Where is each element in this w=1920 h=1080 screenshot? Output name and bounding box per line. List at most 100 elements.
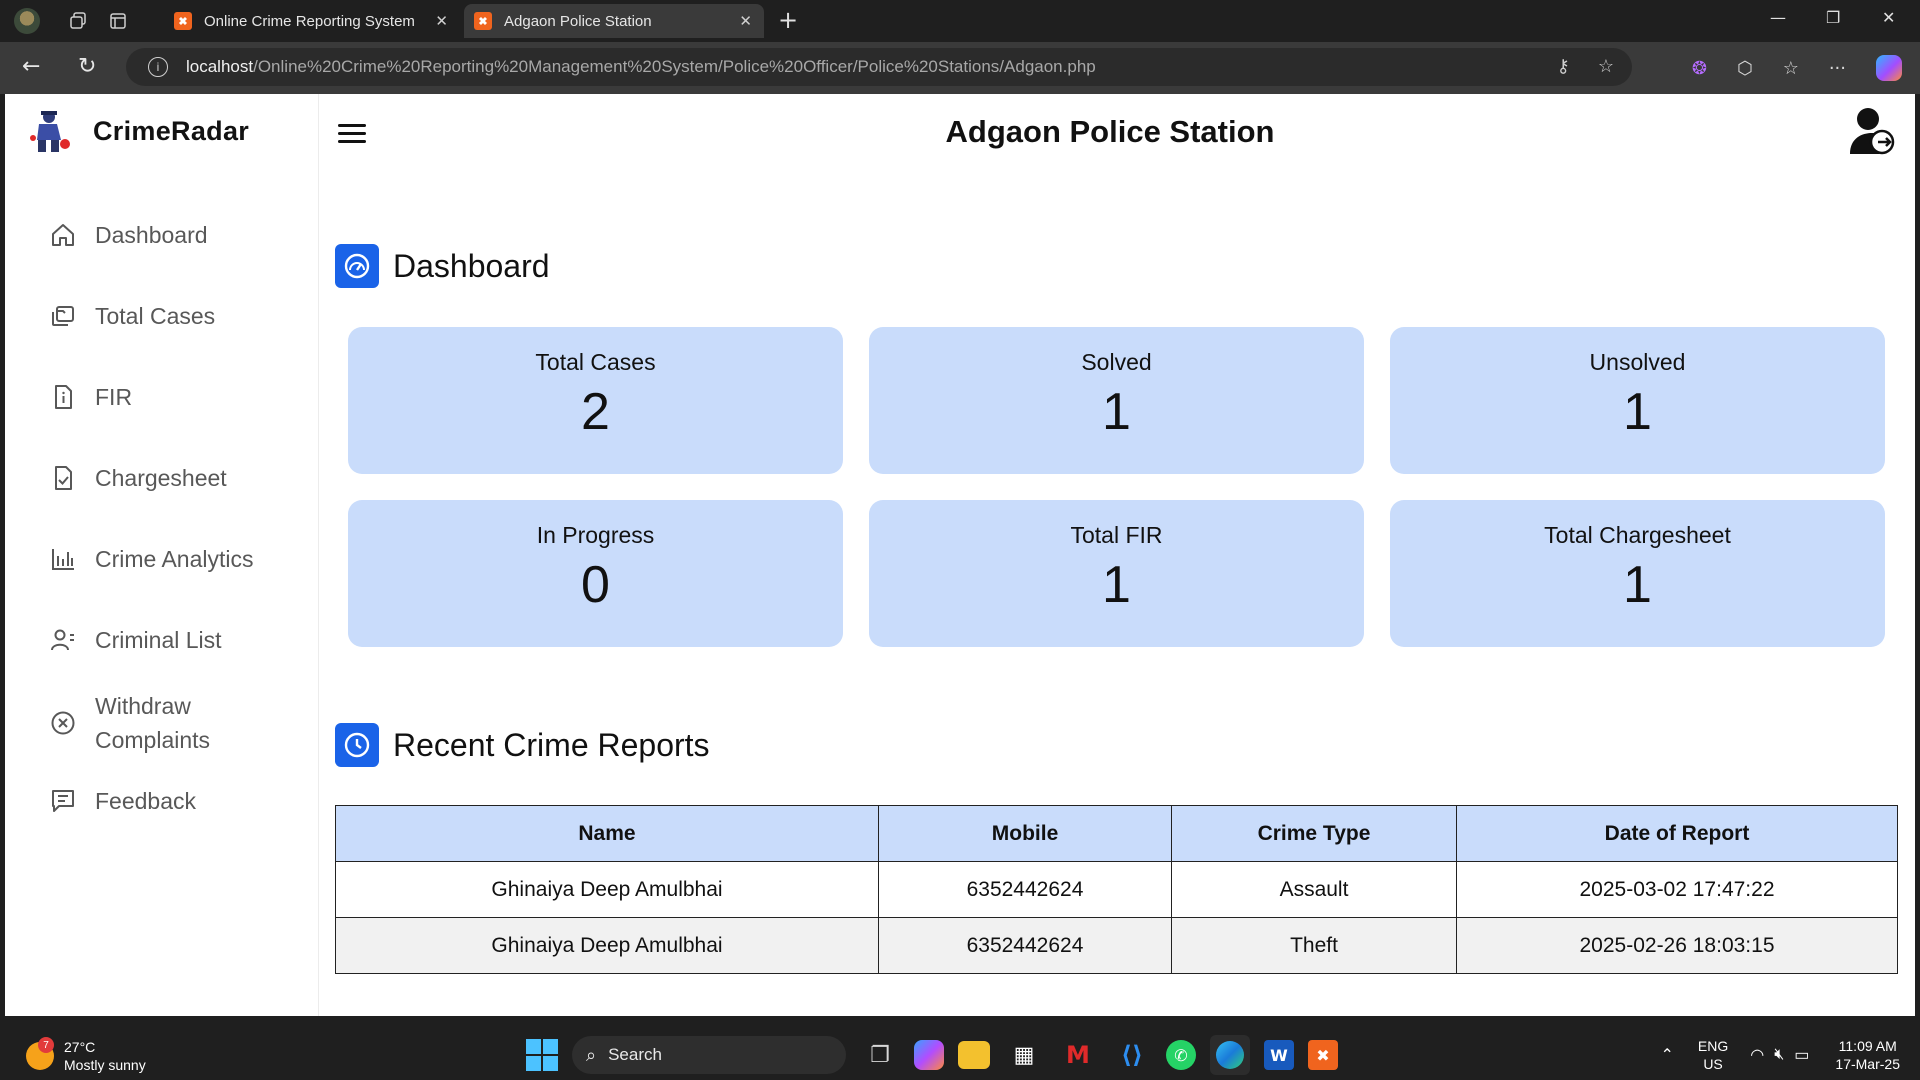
stat-label: Total Cases (535, 349, 656, 375)
stat-card-unsolved[interactable]: Unsolved 1 (1390, 327, 1885, 474)
chevron-up-icon[interactable]: ⌃ (1660, 1045, 1673, 1065)
tab-actions-icon[interactable] (98, 0, 138, 42)
workspaces-icon[interactable] (58, 0, 98, 42)
sidebar: CrimeRadar Dashboard Total Cases FIR Cha… (5, 94, 319, 1016)
back-arrow-icon[interactable]: ← (22, 54, 40, 79)
user-list-icon (49, 626, 77, 654)
dashboard-heading: Dashboard (335, 244, 550, 288)
search-icon: ⌕ (586, 1044, 597, 1065)
xampp-favicon-icon: ✖ (474, 12, 492, 30)
microsoft-store-icon[interactable]: ▦ (1004, 1035, 1044, 1075)
clock[interactable]: 11:09 AM 17-Mar-25 (1835, 1037, 1900, 1073)
sidebar-item-chargesheet[interactable]: Chargesheet (49, 461, 227, 495)
stat-value: 1 (1623, 383, 1652, 441)
stat-label: Total FIR (1070, 522, 1163, 548)
minimize-icon[interactable]: — (1770, 8, 1786, 27)
new-tab-button[interactable]: + (778, 6, 798, 34)
mcafee-icon[interactable]: M (1058, 1035, 1098, 1075)
windows-taskbar: 7 27°C Mostly sunny ⌕ Search ❐ ▦ M ⟨⟩ ✆ … (0, 1030, 1920, 1080)
taskbar-search-input[interactable]: ⌕ Search (572, 1036, 846, 1074)
start-windows-icon[interactable] (526, 1039, 558, 1071)
cell-mobile: 6352442624 (878, 861, 1172, 918)
sidebar-item-label: Dashboard (95, 222, 208, 248)
window-close-icon[interactable]: ✕ (1882, 8, 1895, 27)
sidebar-item-dashboard[interactable]: Dashboard (49, 218, 208, 252)
whatsapp-icon[interactable]: ✆ (1166, 1040, 1196, 1070)
favorites-icon[interactable]: ☆ (1783, 58, 1799, 79)
feedback-icon (49, 787, 77, 815)
temperature: 27°C (64, 1039, 96, 1055)
sidebar-item-fir[interactable]: FIR (49, 380, 132, 414)
search-placeholder: Search (608, 1045, 662, 1064)
stat-card-in-progress[interactable]: In Progress 0 (348, 500, 843, 647)
favorite-star-icon[interactable]: ☆ (1598, 56, 1614, 77)
column-header-crime-type: Crime Type (1171, 805, 1457, 862)
hamburger-menu-icon[interactable] (338, 124, 366, 144)
cell-date: 2025-02-26 18:03:15 (1456, 917, 1898, 974)
sidebar-item-withdraw-complaints[interactable]: Withdraw Complaints (49, 689, 249, 757)
sidebar-item-label: Criminal List (95, 627, 222, 653)
brand[interactable]: CrimeRadar (27, 108, 249, 154)
refresh-icon[interactable]: ↻ (78, 54, 96, 79)
column-header-date: Date of Report (1456, 805, 1898, 862)
url-host: localhost (186, 57, 254, 76)
weather-widget[interactable]: 7 27°C Mostly sunny (26, 1037, 146, 1074)
vscode-icon[interactable]: ⟨⟩ (1112, 1035, 1152, 1075)
extension-brain-icon[interactable]: ❂ (1692, 58, 1707, 79)
key-icon[interactable]: ⚷ (1557, 56, 1570, 77)
wifi-icon[interactable]: ◠ (1750, 1045, 1764, 1065)
stat-card-solved[interactable]: Solved 1 (869, 327, 1364, 474)
close-icon[interactable]: ✕ (435, 12, 448, 30)
sidebar-item-feedback[interactable]: Feedback (49, 784, 196, 818)
restore-icon[interactable]: ❐ (1826, 8, 1840, 27)
word-icon[interactable]: W (1264, 1040, 1294, 1070)
stat-value: 0 (581, 556, 610, 614)
cases-icon (49, 302, 77, 330)
language: ENG (1697, 1038, 1729, 1054)
user-logout-icon[interactable] (1848, 106, 1896, 158)
battery-icon[interactable]: ▭ (1794, 1045, 1809, 1065)
sidebar-item-label: Feedback (95, 788, 197, 814)
section-title: Dashboard (393, 247, 550, 284)
stat-card-total-cases[interactable]: Total Cases 2 (348, 327, 843, 474)
task-view-icon[interactable]: ❐ (860, 1035, 900, 1075)
tab-adgaon-police-station[interactable]: ✖ Adgaon Police Station ✕ (464, 4, 764, 38)
stat-label: Unsolved (1589, 349, 1686, 375)
file-explorer-icon[interactable] (958, 1041, 990, 1069)
sidebar-item-crime-analytics[interactable]: Crime Analytics (49, 542, 253, 576)
tab-online-crime-reporting[interactable]: ✖ Online Crime Reporting System ✕ (164, 4, 460, 38)
browser-tab-bar: ✖ Online Crime Reporting System ✕ ✖ Adga… (0, 0, 1920, 42)
language-indicator[interactable]: ENG US (1698, 1037, 1728, 1073)
site-info-icon[interactable]: i (148, 57, 168, 77)
extensions-puzzle-icon[interactable]: ⬡ (1737, 58, 1753, 79)
xampp-favicon-icon: ✖ (174, 12, 192, 30)
address-bar-row: ← ↻ i localhost/Online%20Crime%20Reporti… (0, 42, 1920, 94)
profile-avatar[interactable] (14, 8, 40, 34)
close-icon[interactable]: ✕ (739, 12, 752, 30)
stat-label: In Progress (536, 522, 655, 548)
page-title: Adgaon Police Station (945, 114, 1275, 149)
home-icon (49, 221, 77, 249)
stat-card-total-chargesheet[interactable]: Total Chargesheet 1 (1390, 500, 1885, 647)
stat-label: Solved (1081, 349, 1152, 375)
edge-browser-icon[interactable] (1210, 1035, 1250, 1075)
volume-muted-icon[interactable]: 🔇︎ (1774, 1046, 1784, 1064)
cell-name: Ghinaiya Deep Amulbhai (335, 861, 879, 918)
url-field[interactable]: i localhost/Online%20Crime%20Reporting%2… (126, 48, 1632, 86)
section-title: Recent Crime Reports (393, 726, 710, 763)
cell-crime-type: Theft (1171, 917, 1457, 974)
more-menu-icon[interactable]: ··· (1829, 58, 1846, 79)
clock-icon (335, 723, 379, 767)
column-header-name: Name (335, 805, 879, 862)
stat-label: Total Chargesheet (1544, 522, 1731, 548)
copilot-app-icon[interactable] (914, 1040, 944, 1070)
stat-value: 1 (1623, 556, 1652, 614)
copilot-icon[interactable] (1876, 55, 1902, 81)
cell-name: Ghinaiya Deep Amulbhai (335, 917, 879, 974)
sidebar-item-criminal-list[interactable]: Criminal List (49, 623, 222, 657)
xampp-icon[interactable]: ✖ (1308, 1040, 1338, 1070)
recent-reports-table: Name Mobile Crime Type Date of Report Gh… (335, 805, 1898, 974)
sidebar-item-total-cases[interactable]: Total Cases (49, 299, 215, 333)
stat-value: 2 (581, 383, 610, 441)
stat-card-total-fir[interactable]: Total FIR 1 (869, 500, 1364, 647)
